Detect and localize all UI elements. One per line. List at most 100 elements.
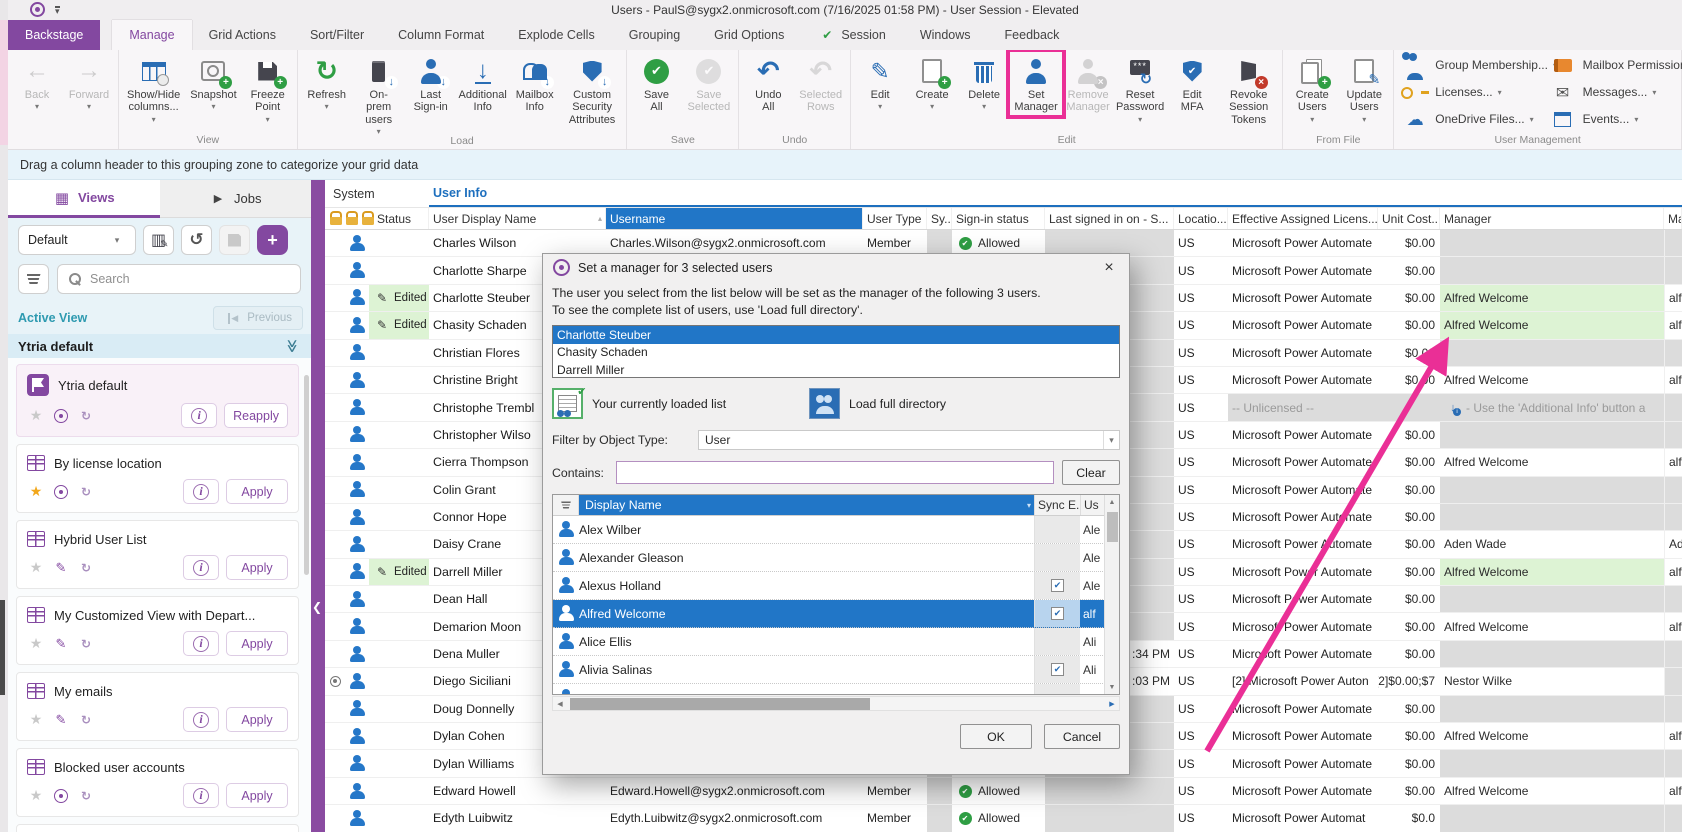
view-apply-button[interactable]: Apply [226, 707, 288, 732]
ribbon-tab[interactable]: Feedback [988, 20, 1077, 50]
view-selector-dropdown[interactable]: Default [18, 225, 136, 255]
collapse-chevron-icon[interactable] [283, 337, 301, 355]
picker-row[interactable]: Alexus Holland Ale [553, 572, 1119, 600]
ribbon-button[interactable]: Additional Info [458, 53, 508, 114]
view-card[interactable]: My emails Apply [16, 672, 299, 741]
view-info-button[interactable] [183, 631, 219, 656]
favorite-star-icon[interactable] [27, 787, 45, 805]
selected-user-item[interactable]: Charlotte Steuber [553, 326, 1119, 344]
picker-row[interactable]: Alice Ellis Ali [553, 628, 1119, 656]
ribbon-button[interactable]: Create ▾ [907, 53, 957, 109]
ribbon-button[interactable]: OneDrive Files... ▾ [1398, 105, 1529, 135]
view-apply-button[interactable]: Apply [226, 479, 288, 504]
source-option-box[interactable] [809, 388, 840, 419]
view-info-button[interactable] [181, 403, 217, 428]
corner-filter-cell[interactable] [553, 495, 579, 515]
scroll-up-icon[interactable]: ▲ [1109, 495, 1116, 509]
picker-row[interactable] [553, 684, 1119, 695]
ribbon-button[interactable]: Revoke Session Tokens [1219, 53, 1278, 126]
view-card[interactable]: Ytria default Reapply [16, 364, 299, 437]
ok-button[interactable]: OK [960, 724, 1032, 749]
ribbon-button[interactable]: Mailbox Permissions... ▾ [1546, 51, 1677, 81]
column-header-signin-status[interactable]: Sign-in status [952, 208, 1045, 229]
source-option[interactable]: Load full directory [809, 388, 1056, 419]
scroll-right-icon[interactable]: ▶ [1105, 697, 1119, 711]
ribbon-button[interactable]: Edit ▾ [855, 53, 905, 109]
ribbon-tab[interactable]: Grid Actions [192, 20, 293, 50]
ribbon-button[interactable]: Licenses... ▾ [1398, 78, 1529, 108]
favorite-star-icon[interactable] [27, 407, 45, 425]
picker-row[interactable]: Alivia Salinas Ali [553, 656, 1119, 684]
ribbon-tab[interactable]: Windows [903, 20, 988, 50]
scrollbar-thumb[interactable] [1107, 512, 1118, 542]
ribbon-button[interactable]: On-prem users ▾ [354, 53, 404, 134]
view-apply-button[interactable]: Apply [226, 783, 288, 808]
collapse-left-icon[interactable]: ❮ [312, 600, 322, 614]
column-header-manager[interactable]: Manager [1440, 208, 1664, 229]
ribbon-button[interactable]: Show/Hide columns... ▾ [123, 53, 184, 122]
column-header-display-name[interactable]: Display Name▾ [579, 495, 1034, 515]
view-apply-button[interactable]: Apply [226, 555, 288, 580]
view-card[interactable]: Custom Attributes Apply [16, 824, 299, 832]
column-header-username[interactable]: Username [606, 208, 863, 229]
save-view-button[interactable] [219, 225, 250, 255]
table-row[interactable]: Edyth Luibwitz Edyth.Luibwitz@sygx2.onmi… [325, 805, 1682, 832]
object-type-dropdown[interactable]: User [698, 430, 1120, 450]
ribbon-button[interactable]: Update Users ▾ [1339, 53, 1389, 122]
favorite-star-icon[interactable] [27, 635, 45, 653]
ribbon-button[interactable]: Set Manager [1011, 53, 1061, 114]
ribbon-button[interactable]: Create Users ▾ [1287, 53, 1337, 122]
ribbon-button[interactable]: Events... ▾ [1546, 105, 1677, 135]
ribbon-tab[interactable]: Grid Options [697, 20, 801, 50]
favorite-star-icon[interactable] [27, 711, 45, 729]
column-header-sync[interactable]: Sync E... [1034, 495, 1080, 515]
sidebar-tab[interactable]: Views [8, 180, 160, 218]
edit-views-button[interactable] [143, 225, 174, 255]
selected-user-item[interactable]: Chasity Schaden [553, 344, 1119, 362]
column-header-manager-username[interactable]: Ma... [1664, 208, 1682, 229]
contains-input[interactable] [616, 461, 1054, 484]
ribbon-button[interactable]: Custom Security Attributes [562, 53, 623, 126]
view-card[interactable]: My Customized View with Depart... Apply [16, 596, 299, 665]
ribbon-button[interactable]: Reset Password ▾ [1115, 53, 1165, 122]
ribbon-button[interactable]: Edit MFA [1167, 53, 1217, 114]
selected-user-item[interactable]: Darrell Miller [553, 361, 1119, 378]
scroll-left-icon[interactable]: ◀ [553, 697, 567, 711]
ribbon-tab[interactable]: Manage [112, 20, 191, 50]
sidebar-tab[interactable]: Jobs [160, 180, 312, 218]
dialog-close-button[interactable] [1098, 257, 1120, 279]
ribbon-button[interactable]: Freeze Point ▾ [243, 53, 293, 122]
sync-checkbox[interactable] [1051, 579, 1064, 592]
view-card[interactable]: Blocked user accounts Apply [16, 748, 299, 817]
scroll-down-icon[interactable]: ▼ [1109, 680, 1116, 694]
search-input[interactable] [90, 272, 292, 286]
ribbon-tab[interactable]: Column Format [381, 20, 501, 50]
dialog-title-bar[interactable]: Set a manager for 3 selected users [552, 254, 1120, 281]
ribbon-tab[interactable]: Backstage [8, 20, 100, 50]
favorite-star-icon[interactable] [27, 483, 45, 501]
source-option[interactable]: Your currently loaded list [552, 388, 799, 419]
ribbon-button[interactable]: Mailbox Info [510, 53, 560, 114]
sidebar-collapse-strip[interactable]: ❮ [311, 180, 325, 832]
ribbon-button[interactable]: Refresh ▾ [302, 53, 352, 109]
ribbon-button[interactable]: Forward ▾ [64, 53, 114, 109]
ribbon-button[interactable]: Save Selected [683, 53, 734, 114]
view-card[interactable]: Hybrid User List Apply [16, 520, 299, 589]
picker-row[interactable]: Alexander Gleason Ale [553, 544, 1119, 572]
favorite-star-icon[interactable] [27, 559, 45, 577]
ribbon-button[interactable]: Remove Manager [1063, 53, 1113, 114]
column-header-sync[interactable]: Sy... [927, 208, 952, 229]
ribbon-tab[interactable]: Sort/Filter [293, 20, 381, 50]
view-apply-button[interactable]: Reapply [224, 403, 288, 428]
view-info-button[interactable] [183, 707, 219, 732]
view-info-button[interactable] [183, 555, 219, 580]
ribbon-button[interactable]: Group Membership... ▾ [1398, 51, 1529, 81]
sync-checkbox[interactable] [1051, 663, 1064, 676]
column-header-licenses[interactable]: Effective Assigned Licens... [1228, 208, 1378, 229]
picker-row[interactable]: Alfred Welcome alf [553, 600, 1119, 628]
ribbon-tab[interactable]: Grouping [612, 20, 697, 50]
view-card[interactable]: By license location Apply [16, 444, 299, 513]
clear-button[interactable]: Clear [1062, 460, 1120, 485]
picker-row[interactable]: Alex Wilber Ale [553, 516, 1119, 544]
ribbon-button[interactable]: Messages... ▾ [1546, 78, 1677, 108]
